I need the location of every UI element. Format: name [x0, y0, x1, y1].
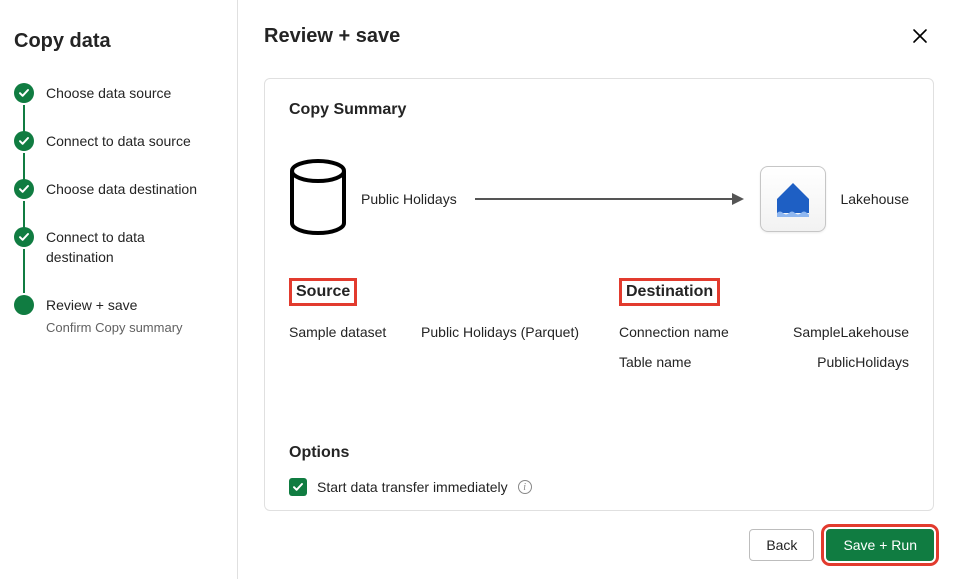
destination-column: Destination Connection name SampleLakeho… [619, 278, 909, 384]
wizard-sidebar: Copy data Choose data source Connect to … [0, 0, 238, 579]
destination-name: Lakehouse [840, 191, 909, 207]
source-row: Sample dataset Public Holidays (Parquet) [289, 324, 579, 340]
summary-diagram: Public Holidays Lakehouse [289, 159, 909, 238]
copy-summary-title: Copy Summary [289, 101, 909, 119]
arrow-icon [475, 198, 743, 200]
source-column: Source Sample dataset Public Holidays (P… [289, 278, 579, 384]
close-icon [911, 27, 929, 45]
destination-row-value: SampleLakehouse [793, 324, 909, 340]
step-label: Choose data destination [46, 179, 213, 199]
option-label: Start data transfer immediately [317, 479, 508, 495]
save-run-button[interactable]: Save + Run [826, 529, 934, 561]
info-icon[interactable]: i [518, 480, 532, 494]
review-pane: Review + save Copy Summary Public Holida… [238, 0, 960, 579]
checkbox-checked-icon[interactable] [289, 478, 307, 496]
destination-heading: Destination [619, 278, 720, 306]
option-start-immediately[interactable]: Start data transfer immediately i [289, 478, 909, 496]
destination-row: Connection name SampleLakehouse [619, 324, 909, 340]
step-choose-source[interactable]: Choose data source [14, 83, 213, 103]
source-heading: Source [289, 278, 357, 306]
options-title: Options [289, 444, 909, 462]
lakehouse-icon [760, 166, 826, 232]
destination-row-value: PublicHolidays [817, 354, 909, 370]
destination-row: Table name PublicHolidays [619, 354, 909, 370]
wizard-title: Copy data [14, 30, 213, 53]
destination-row-key: Connection name [619, 324, 729, 340]
checkmark-icon [14, 131, 34, 151]
current-step-icon [14, 295, 34, 315]
footer-buttons: Back Save + Run [264, 529, 934, 561]
step-connect-destination[interactable]: Connect to data destination [14, 227, 213, 267]
pane-title: Review + save [264, 25, 400, 48]
source-row-value: Public Holidays (Parquet) [421, 324, 579, 340]
checkmark-icon [14, 227, 34, 247]
step-review-save[interactable]: Review + save Confirm Copy summary [14, 295, 213, 337]
step-choose-destination[interactable]: Choose data destination [14, 179, 213, 199]
pane-header: Review + save [264, 22, 934, 50]
source-name: Public Holidays [361, 191, 457, 207]
source-row-key: Sample dataset [289, 324, 386, 340]
summary-details: Source Sample dataset Public Holidays (P… [289, 278, 909, 384]
step-label: Review + save [46, 295, 213, 315]
step-sublabel: Confirm Copy summary [46, 319, 213, 337]
step-label: Choose data source [46, 83, 213, 103]
copy-summary-card: Copy Summary Public Holidays Lakehouse S… [264, 78, 934, 511]
wizard-steps: Choose data source Connect to data sourc… [14, 83, 213, 337]
close-button[interactable] [906, 22, 934, 50]
checkmark-icon [14, 179, 34, 199]
step-label: Connect to data source [46, 131, 213, 151]
back-button[interactable]: Back [749, 529, 814, 561]
destination-row-key: Table name [619, 354, 691, 370]
step-connect-source[interactable]: Connect to data source [14, 131, 213, 151]
database-icon [289, 159, 347, 238]
checkmark-icon [14, 83, 34, 103]
step-label: Connect to data destination [46, 227, 213, 267]
